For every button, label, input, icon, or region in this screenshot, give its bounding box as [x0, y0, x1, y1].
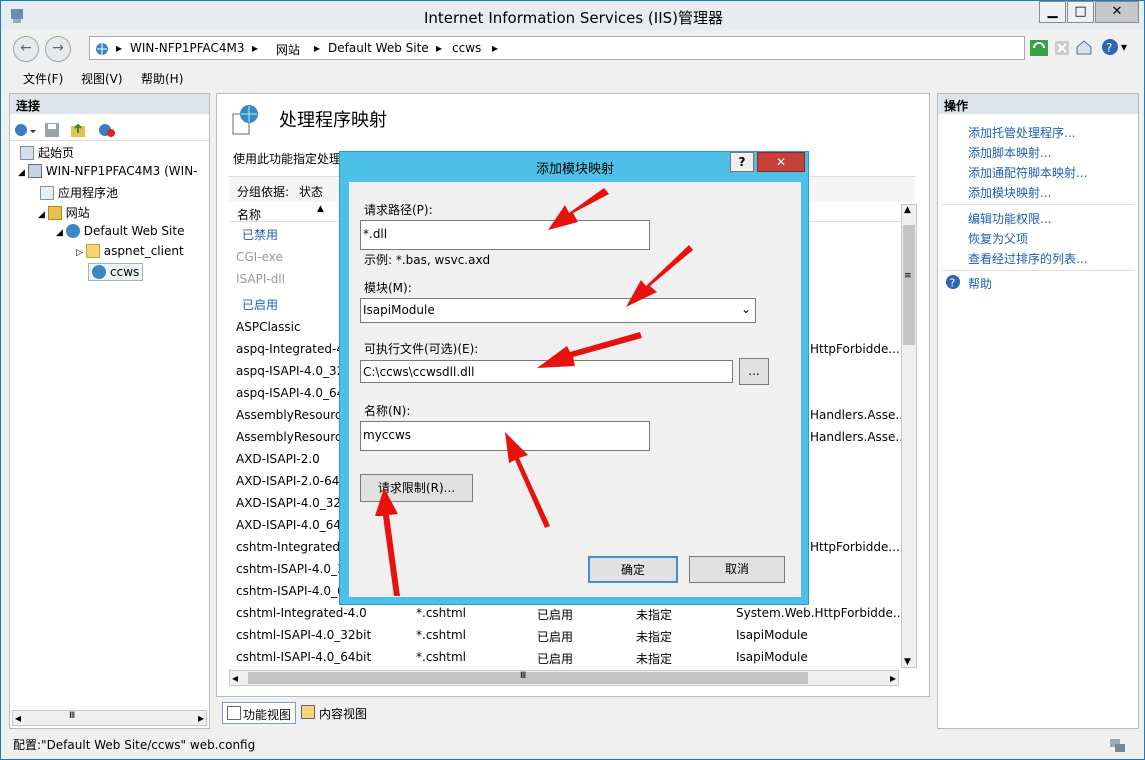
- arrow-to-request-path: [548, 188, 609, 230]
- arrow-to-module: [626, 245, 693, 307]
- arrow-to-name: [505, 432, 550, 528]
- arrow-to-executable: [537, 332, 642, 368]
- annotation-arrows: [375, 188, 693, 596]
- arrow-to-request-restrictions: [375, 488, 400, 596]
